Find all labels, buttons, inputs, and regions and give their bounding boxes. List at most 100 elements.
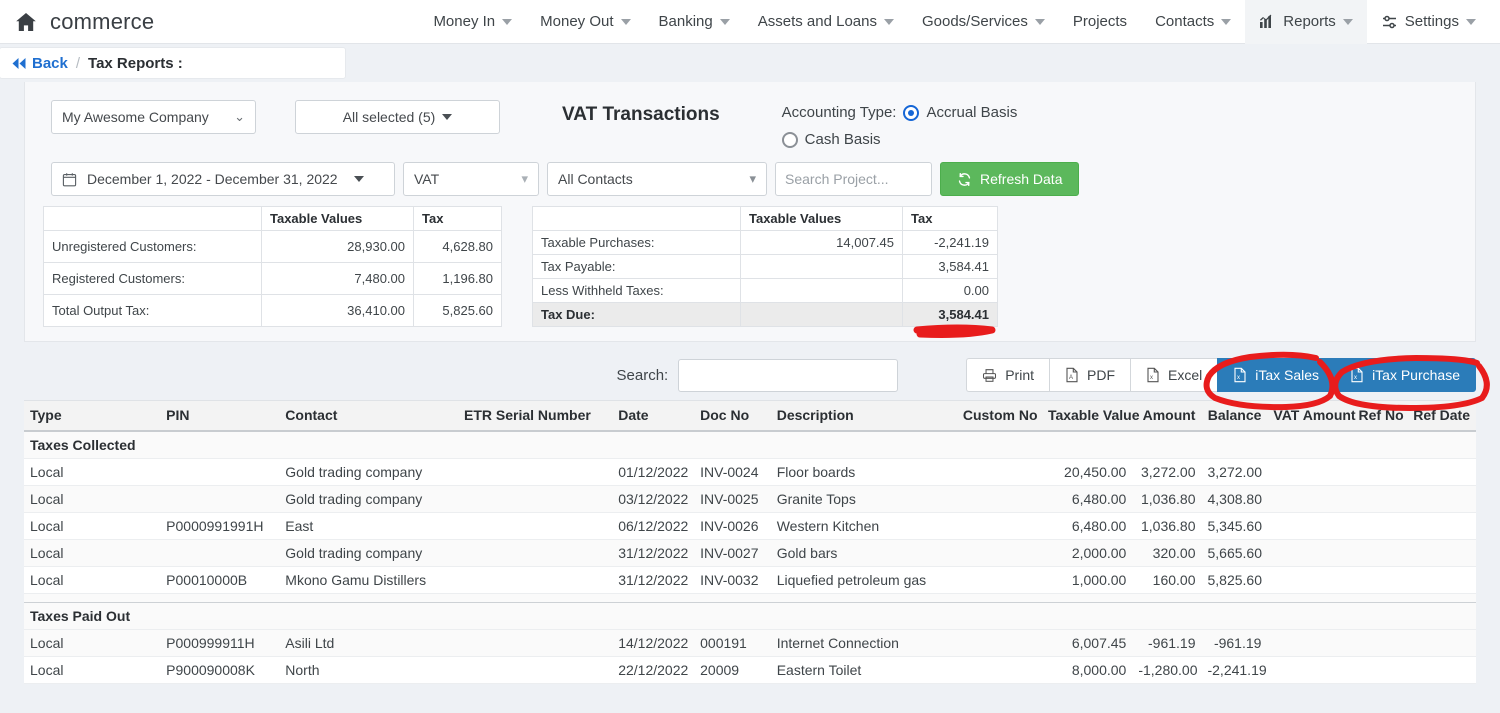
cell-date: 31/12/2022 xyxy=(612,566,695,594)
nav-item-banking[interactable]: Banking xyxy=(645,0,744,44)
breadcrumb-bar: Back / Tax Reports : xyxy=(0,44,1500,82)
back-button[interactable]: Back xyxy=(12,55,68,72)
chevron-down-icon xyxy=(353,176,364,182)
cell-contact: Gold trading company xyxy=(279,485,458,513)
cell-type: Local xyxy=(24,566,161,594)
nav-item-reports[interactable]: Reports xyxy=(1245,0,1367,44)
col-custom-no[interactable]: Custom No xyxy=(956,401,1042,432)
cell-pin xyxy=(160,458,280,486)
col-amount[interactable]: Amount xyxy=(1132,401,1202,432)
date-range-select[interactable]: December 1, 2022 - December 31, 2022 xyxy=(51,162,395,196)
itax-purchase-button[interactable]: x iTax Purchase xyxy=(1334,358,1476,392)
col-type[interactable]: Type xyxy=(24,401,161,432)
contacts-select[interactable]: All Contacts ▾ xyxy=(547,162,767,196)
col-contact[interactable]: Contact xyxy=(279,401,458,432)
table-row[interactable]: Local P00010000B Mkono Gamu Distillers 3… xyxy=(24,566,1476,594)
excel-file-icon: x xyxy=(1350,367,1364,383)
radio-cash-basis[interactable] xyxy=(781,131,798,148)
table-search-input[interactable] xyxy=(678,358,899,392)
itax-purchase-label: iTax Purchase xyxy=(1372,367,1460,383)
cell-desc: Western Kitchen xyxy=(770,512,957,540)
nav-label: Assets and Loans xyxy=(757,13,877,30)
chevron-down-icon: ▾ xyxy=(521,171,528,186)
itax-sales-button[interactable]: x iTax Sales xyxy=(1217,358,1335,392)
company-select[interactable]: My Awesome Company ⌄ xyxy=(51,100,256,134)
cell-desc: Internet Connection xyxy=(770,629,957,657)
cell-refdate xyxy=(1403,656,1476,684)
col-etr-serial-number[interactable]: ETR Serial Number xyxy=(457,401,613,432)
row-label: Registered Customers: xyxy=(43,262,262,295)
project-search-input[interactable] xyxy=(775,162,932,196)
cell-refdate xyxy=(1403,539,1476,567)
row-tax: 5,825.60 xyxy=(413,294,502,327)
col-ref-date[interactable]: Ref Date xyxy=(1403,401,1476,432)
cell-refno xyxy=(1352,458,1404,486)
cell-custom xyxy=(956,512,1042,540)
entity-multiselect[interactable]: All selected (5) xyxy=(295,100,500,134)
refresh-data-button[interactable]: Refresh Data xyxy=(940,162,1080,196)
nav-item-money-in[interactable]: Money In xyxy=(419,0,526,44)
nav-item-settings[interactable]: Settings xyxy=(1367,0,1490,44)
chevron-down-icon xyxy=(719,18,730,25)
cell-vat xyxy=(1267,656,1353,684)
table-row[interactable]: Local P900090008K North 22/12/2022 20009… xyxy=(24,656,1476,684)
cell-date: 01/12/2022 xyxy=(612,458,695,486)
nav-item-projects[interactable]: Projects xyxy=(1059,0,1141,44)
row-taxable: 36,410.00 xyxy=(261,294,414,327)
cell-doc: 000191 xyxy=(694,629,771,657)
chevron-down-icon: ▾ xyxy=(749,171,756,186)
col-balance[interactable]: Balance xyxy=(1201,401,1268,432)
cell-date: 31/12/2022 xyxy=(612,539,695,567)
cell-vat xyxy=(1267,458,1353,486)
input-tax-summary-table: Taxable Values Tax Taxable Purchases: 14… xyxy=(532,206,998,327)
col-pin[interactable]: PIN xyxy=(160,401,280,432)
cell-desc: Floor boards xyxy=(770,458,957,486)
table-row[interactable]: Local Gold trading company 31/12/2022 IN… xyxy=(24,539,1476,567)
table-row[interactable]: Local P000999911H Asili Ltd 14/12/2022 0… xyxy=(24,629,1476,657)
nav-item-contacts[interactable]: Contacts xyxy=(1141,0,1245,44)
brand[interactable]: commerce xyxy=(14,9,154,35)
cell-type: Local xyxy=(24,539,161,567)
nav-item-money-out[interactable]: Money Out xyxy=(526,0,644,44)
home-icon[interactable] xyxy=(14,10,38,34)
refresh-icon xyxy=(957,172,972,187)
cell-doc: 20009 xyxy=(694,656,771,684)
chevron-down-icon: ⌄ xyxy=(234,109,245,124)
table-row[interactable]: Local P0000991991H East 06/12/2022 INV-0… xyxy=(24,512,1476,540)
table-row[interactable]: Local Gold trading company 03/12/2022 IN… xyxy=(24,485,1476,513)
table-body: Taxes Collected Local Gold trading compa… xyxy=(24,431,1476,684)
cell-balance: 5,345.60 xyxy=(1201,512,1268,540)
nav-item-goods-services[interactable]: Goods/Services xyxy=(908,0,1059,44)
col-vat-amount[interactable]: VAT Amount xyxy=(1267,401,1356,432)
cell-desc: Gold bars xyxy=(770,539,957,567)
table-header-row: Taxable Values Tax xyxy=(43,206,502,231)
nav-item-assets-and-loans[interactable]: Assets and Loans xyxy=(744,0,908,44)
table-row: Tax Payable: 3,584.41 xyxy=(532,254,998,279)
tax-type-select[interactable]: VAT ▾ xyxy=(403,162,539,196)
pdf-button[interactable]: A PDF xyxy=(1049,358,1131,392)
nav-label: Projects xyxy=(1072,13,1128,30)
cell-amount: 1,036.80 xyxy=(1132,485,1202,513)
cell-date: 14/12/2022 xyxy=(612,629,695,657)
col-tax: Tax xyxy=(902,206,998,231)
accounting-type-accrual-row: Accounting Type: Accrual Basis xyxy=(782,104,1018,121)
col-description[interactable]: Description xyxy=(770,401,957,432)
cell-doc: INV-0032 xyxy=(694,566,771,594)
col-date[interactable]: Date xyxy=(612,401,695,432)
tax-type-value: VAT xyxy=(414,171,440,187)
col-taxable-value[interactable]: Taxable Value xyxy=(1041,401,1140,432)
cell-amount: 3,272.00 xyxy=(1132,458,1202,486)
cell-type: Local xyxy=(24,656,161,684)
radio-accrual-basis[interactable] xyxy=(903,104,920,121)
table-row[interactable]: Local Gold trading company 01/12/2022 IN… xyxy=(24,458,1476,486)
print-button[interactable]: Print xyxy=(966,358,1050,392)
col-doc-no[interactable]: Doc No xyxy=(694,401,771,432)
excel-button[interactable]: x Excel xyxy=(1130,358,1218,392)
tax-due-row: Tax Due: 3,584.41 xyxy=(532,302,998,327)
output-tax-summary-table: Taxable Values Tax Unregistered Customer… xyxy=(43,206,502,327)
cell-taxable: 8,000.00 xyxy=(1041,656,1133,684)
cell-vat xyxy=(1267,485,1353,513)
cell-etr xyxy=(457,539,613,567)
col-ref-no[interactable]: Ref No xyxy=(1352,401,1404,432)
row-taxable: 7,480.00 xyxy=(261,262,414,295)
